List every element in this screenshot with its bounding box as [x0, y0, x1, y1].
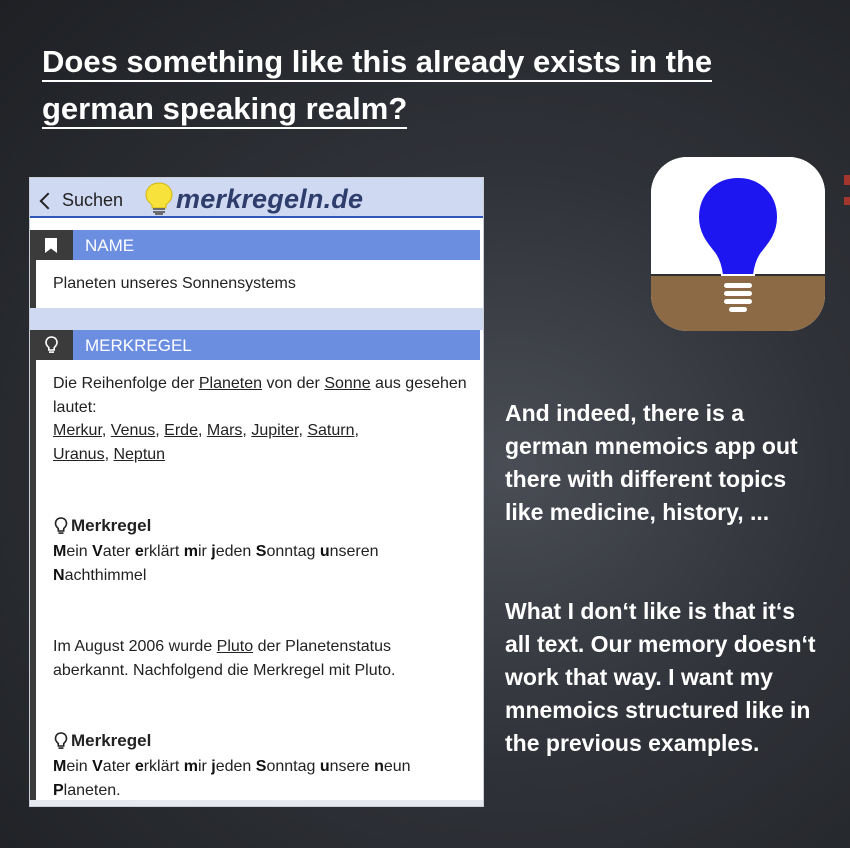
lightbulb-icon-box [30, 330, 73, 360]
entry-name: Planeten unseres Sonnensystems [53, 275, 296, 292]
edge-artifact [844, 175, 850, 235]
intro-text: Die Reihenfolge der [53, 375, 195, 392]
mnemonic-initial: u [319, 758, 330, 775]
note-text: Im August 2006 wurde [53, 638, 213, 655]
planet-link[interactable]: Neptun [113, 446, 165, 463]
planeten-link[interactable]: Planeten [199, 375, 262, 392]
site-logo: merkregeln.de [176, 184, 364, 214]
left-accent-bar [30, 360, 36, 806]
mnemonic-heading: Merkregel [53, 516, 151, 536]
mnemonic-initial: V [92, 758, 103, 775]
mnemonic-initial: V [92, 543, 103, 560]
merkregel-intro: Die Reihenfolge der Planeten von der Son… [53, 375, 467, 463]
mnemonic-initial: M [53, 543, 67, 560]
mnemonic-initial: j [211, 543, 216, 560]
mnemonic-text: Mein Vater erklärt mir jeden Sonntag uns… [53, 543, 379, 584]
bookmark-icon-box [30, 230, 73, 260]
planet-link[interactable]: Saturn [307, 422, 354, 439]
mnemonic-text: Mein Vater erklärt mir jeden Sonntag uns… [53, 758, 411, 799]
mnemonic-heading-label: Merkregel [71, 731, 152, 750]
app-screenshot: Suchen merkregeln.de NAME Planeten unser… [30, 178, 483, 806]
bottom-edge [30, 800, 483, 806]
lightbulb-outline-icon [54, 517, 68, 534]
mnemonic-initial: e [134, 543, 144, 560]
pluto-note: Im August 2006 wurde Pluto der Planetens… [53, 635, 463, 682]
pluto-link[interactable]: Pluto [217, 638, 253, 655]
mnemonic-initial: n [374, 758, 384, 775]
planet-link[interactable]: Mars [207, 422, 243, 439]
mnemonic-heading: Merkregel [53, 731, 151, 751]
back-button-label: Suchen [62, 190, 124, 210]
mnemonic-initial: S [255, 758, 267, 775]
planet-link[interactable]: Erde [164, 422, 198, 439]
description-paragraph-1: And indeed, there is a german mnemoics a… [505, 400, 798, 525]
planet-link[interactable]: Venus [111, 422, 155, 439]
intro-text: von der [266, 375, 320, 392]
mnemonic-initial: M [53, 758, 67, 775]
mnemonic-initial: P [53, 781, 64, 799]
mnemonic-initial: m [183, 543, 198, 560]
lightbulb-logo-icon [145, 182, 173, 215]
planet-link[interactable]: Merkur [53, 422, 102, 439]
blue-lightbulb-icon [696, 175, 780, 312]
planet-link[interactable]: Uranus [53, 446, 105, 463]
mnemonic-heading-label: Merkregel [71, 516, 152, 535]
section-header-name: NAME [30, 230, 480, 260]
back-button[interactable]: Suchen [39, 190, 124, 211]
section-label-merkregel: MERKREGEL [85, 336, 192, 355]
mnemonic-initial: S [255, 543, 267, 560]
planet-link[interactable]: Jupiter [251, 422, 298, 439]
header-divider [30, 216, 483, 218]
lightbulb-outline-icon [54, 732, 68, 749]
app-header: Suchen merkregeln.de [30, 178, 483, 216]
app-icon [651, 157, 825, 331]
sonne-link[interactable]: Sonne [324, 375, 370, 392]
mnemonic-initial: m [183, 758, 198, 775]
chevron-left-icon [39, 192, 57, 209]
description-paragraph-2: What I don‘t like is that it‘s all text.… [505, 598, 816, 756]
section-header-merkregel: MERKREGEL [30, 330, 480, 360]
section-label-name: NAME [85, 236, 135, 255]
mnemonic-initial: e [134, 758, 144, 775]
lightbulb-icon [45, 336, 58, 353]
mnemonic-initial: N [53, 566, 65, 584]
left-accent-bar [30, 260, 36, 308]
section-gap [30, 308, 483, 330]
bookmark-icon [45, 238, 57, 253]
mnemonic-initial: u [319, 543, 330, 560]
mnemonic-initial: j [211, 758, 216, 775]
slide-title: Does something like this already exists … [42, 38, 802, 132]
